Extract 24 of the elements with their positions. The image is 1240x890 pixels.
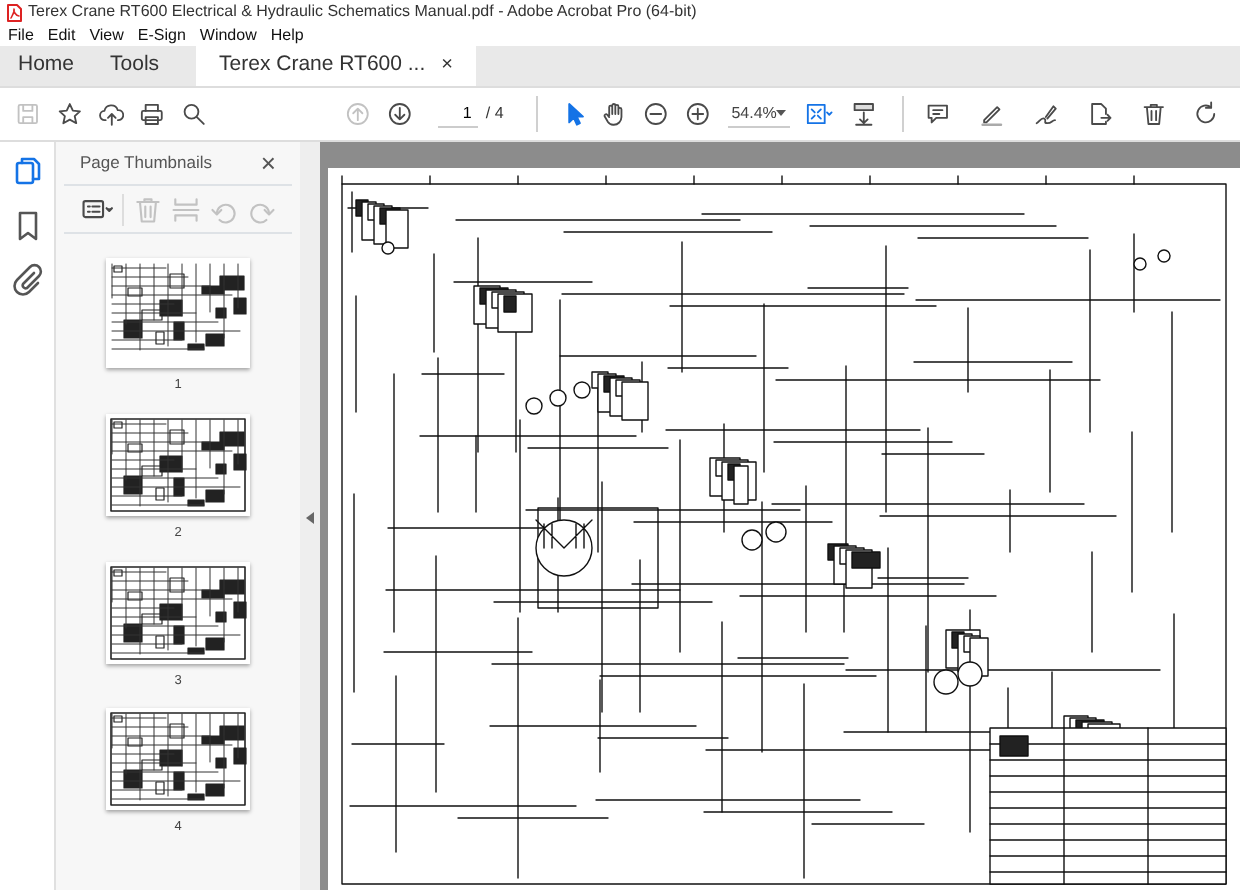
window-title: Terex Crane RT600 Electrical & Hydraulic Schematics Manual.pdf - Adobe Acrobat Pro (64-bit): [28, 0, 697, 24]
page-thumbnail[interactable]: [106, 413, 250, 516]
menu-item[interactable]: File: [8, 23, 34, 47]
close-icon[interactable]: ×: [260, 143, 276, 183]
menu-item[interactable]: Help: [270, 23, 304, 47]
collapse-arrow-icon[interactable]: [306, 511, 314, 523]
panel-title: Page Thumbnails: [80, 150, 212, 176]
nav-tab[interactable]: Home: [0, 44, 93, 86]
close-tab-icon[interactable]: ×: [441, 50, 453, 80]
tab-label: Terex Crane RT600 ...: [219, 49, 426, 80]
zoom-dropdown[interactable]: 54.4%: [727, 100, 791, 128]
page-thumbnail[interactable]: [106, 561, 250, 663]
menu-item[interactable]: Edit: [47, 23, 76, 47]
menu-item[interactable]: Window: [199, 23, 257, 47]
menu-item[interactable]: E-Sign: [137, 23, 186, 47]
page-count: / 4: [485, 102, 504, 126]
paperclip-icon[interactable]: [9, 262, 45, 298]
nav-tab[interactable]: Tools: [92, 44, 178, 86]
page-thumbnail[interactable]: [106, 708, 250, 811]
document-tab[interactable]: Terex Crane RT600 ... ×: [195, 44, 477, 86]
menu-item[interactable]: View: [89, 23, 124, 47]
page-thumbnail[interactable]: [106, 258, 250, 368]
pdf-icon: [6, 3, 22, 21]
caret-icon: [776, 110, 787, 116]
